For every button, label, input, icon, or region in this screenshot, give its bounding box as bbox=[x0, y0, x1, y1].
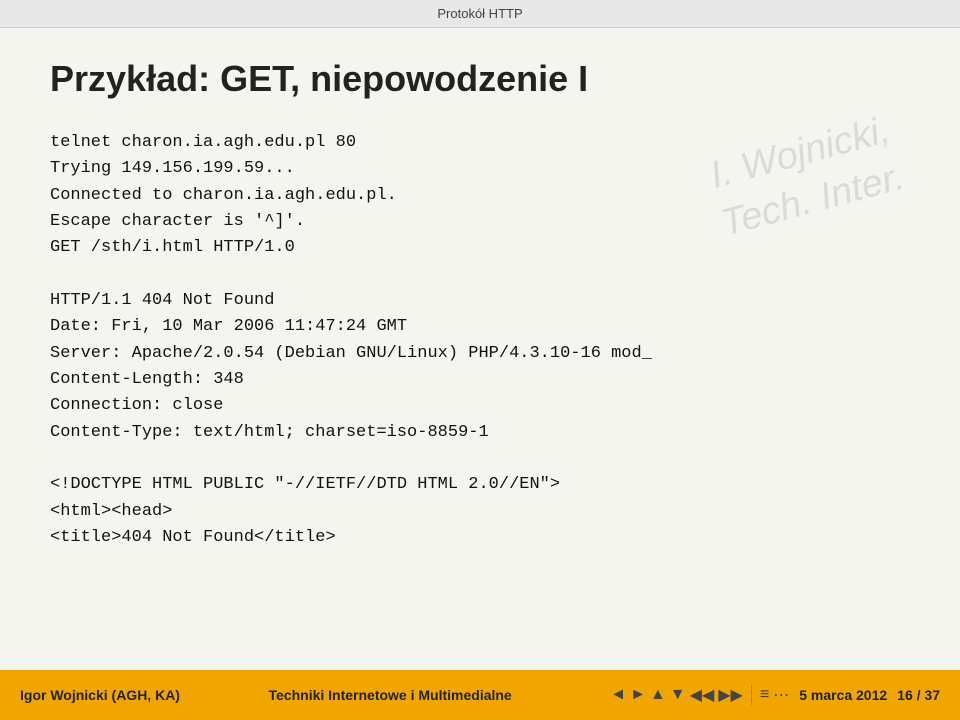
top-bar-title: Protokół HTTP bbox=[437, 6, 522, 21]
dots-icon[interactable]: ⋯ bbox=[773, 685, 789, 705]
footer-page: 16 / 37 bbox=[897, 687, 940, 703]
slide-title: Przykład: GET, niepowodzenie I bbox=[50, 58, 910, 100]
footer-date: 5 marca 2012 bbox=[799, 687, 887, 703]
nav-forward-icon[interactable]: ▶▶ bbox=[718, 685, 743, 705]
footer-center: Techniki Internetowe i Multimedialne bbox=[269, 687, 512, 703]
nav-right-arrow[interactable]: ► bbox=[630, 686, 646, 704]
nav-back-icon[interactable]: ◀◀ bbox=[690, 685, 715, 705]
nav-down-icon[interactable]: ▼ bbox=[670, 686, 686, 704]
divider bbox=[751, 685, 752, 705]
footer-left: Igor Wojnicki (AGH, KA) bbox=[20, 687, 180, 703]
bottom-bar: Igor Wojnicki (AGH, KA) Techniki Interne… bbox=[0, 670, 960, 720]
main-content: Przykład: GET, niepowodzenie I telnet ch… bbox=[0, 28, 960, 670]
top-bar: Protokół HTTP bbox=[0, 0, 960, 28]
nav-left-arrow[interactable]: ◄ bbox=[610, 686, 626, 704]
footer-right-group: ◄ ► ▲ ▼ ◀◀ ▶▶ ≡ ⋯ 5 marca 2012 16 / 37 bbox=[600, 685, 940, 705]
code-block: telnet charon.ia.agh.edu.pl 80 Trying 14… bbox=[50, 130, 910, 552]
menu-icon[interactable]: ≡ bbox=[760, 686, 769, 704]
nav-icons: ◄ ► ▲ ▼ ◀◀ ▶▶ ≡ ⋯ bbox=[610, 685, 789, 705]
nav-up-icon[interactable]: ▲ bbox=[650, 686, 666, 704]
